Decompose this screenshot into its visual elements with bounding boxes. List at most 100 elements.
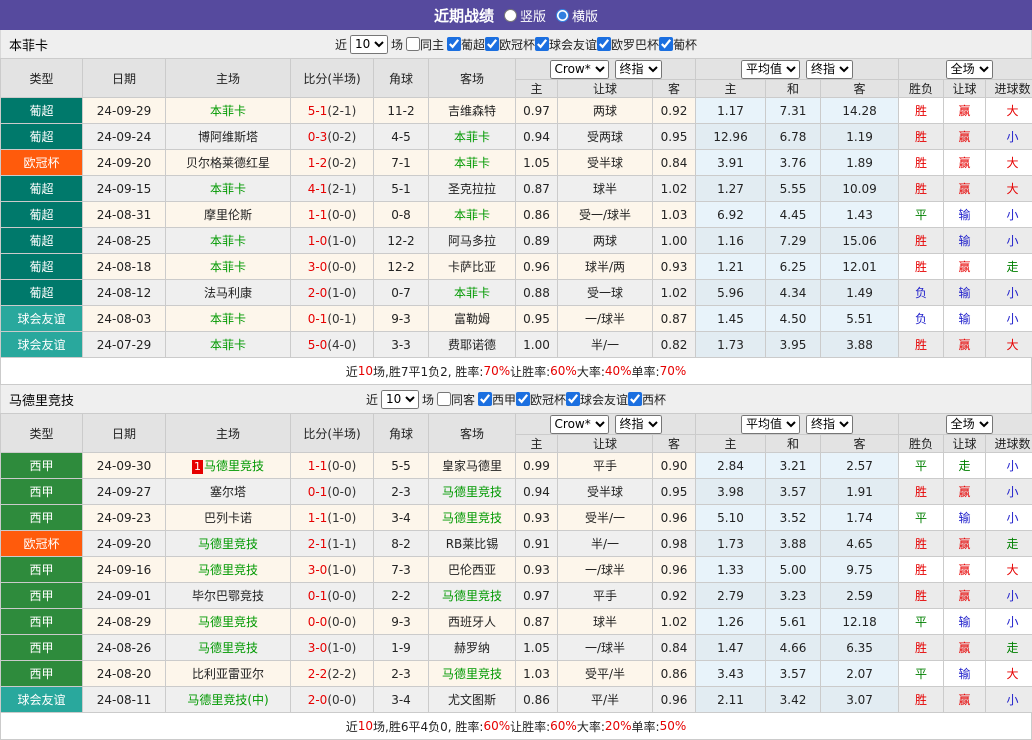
corner-count: 7-1: [374, 150, 429, 176]
league-checkbox[interactable]: [535, 37, 549, 51]
avg-draw: 4.34: [766, 280, 821, 306]
away-team-name: 马德里竞技: [442, 589, 502, 603]
odds-handicap: 一/球半: [558, 635, 653, 661]
away-team-name: 马德里竞技: [442, 485, 502, 499]
corner-count: 2-3: [374, 479, 429, 505]
result-goals: 小: [986, 228, 1032, 254]
avg-away: 1.89: [821, 150, 899, 176]
halftime-score: (0-2): [327, 130, 356, 144]
league-filter[interactable]: 球会友谊: [566, 391, 628, 408]
league-checkbox[interactable]: [628, 392, 642, 406]
home-team: 巴列卡诺: [166, 505, 291, 531]
horizontal-layout-radio[interactable]: [556, 9, 569, 22]
avg-draw: 7.31: [766, 98, 821, 124]
average-stage-select[interactable]: 终指: [806, 60, 853, 79]
halftime-score: (2-1): [327, 104, 356, 118]
avg-home: 12.96: [696, 124, 766, 150]
layout-option-horizontal[interactable]: 横版: [556, 6, 598, 25]
league-filter[interactable]: 欧罗巴杯: [597, 36, 659, 53]
fulltime-score: 5-1: [308, 104, 328, 118]
average-select[interactable]: 平均值: [741, 60, 800, 79]
avg-home: 6.92: [696, 202, 766, 228]
corner-count: 3-4: [374, 505, 429, 531]
same-venue-checkbox[interactable]: [406, 37, 420, 51]
scope-select[interactable]: 全场: [946, 60, 993, 79]
bookmaker-stage-select[interactable]: 终指: [615, 60, 662, 79]
result-handicap: 赢: [944, 150, 986, 176]
league-checkbox[interactable]: [659, 37, 673, 51]
average-select[interactable]: 平均值: [741, 415, 800, 434]
average-stage-select[interactable]: 终指: [806, 415, 853, 434]
same-venue-filter[interactable]: 同主: [406, 36, 444, 53]
avg-draw: 3.57: [766, 661, 821, 687]
away-team: 马德里竞技: [429, 479, 516, 505]
result-goals: 大: [986, 661, 1032, 687]
odds-away: 1.02: [653, 176, 696, 202]
odds-handicap: 半/一: [558, 332, 653, 358]
league-checkbox[interactable]: [516, 392, 530, 406]
league-checkbox[interactable]: [566, 392, 580, 406]
result-goals-value: 小: [1007, 485, 1019, 499]
league-filter[interactable]: 葡超: [447, 36, 485, 53]
home-team-name: 贝尔格莱德红星: [186, 156, 270, 170]
league-checkbox[interactable]: [447, 37, 461, 51]
league-checkbox[interactable]: [597, 37, 611, 51]
league-filter[interactable]: 西杯: [628, 391, 666, 408]
vertical-layout-radio[interactable]: [504, 9, 517, 22]
fulltime-score: 3-0: [308, 641, 328, 655]
result-outcome-value: 胜: [915, 338, 927, 352]
result-outcome-value: 胜: [915, 563, 927, 577]
result-outcome: 平: [899, 609, 944, 635]
odds-handicap: 半/一: [558, 531, 653, 557]
bookmaker-select-cell: Crow* 终指: [516, 59, 696, 80]
result-handicap-value: 输: [959, 312, 971, 326]
match-score: 5-0(4-0): [291, 332, 374, 358]
same-venue-checkbox[interactable]: [437, 392, 451, 406]
avg-draw: 7.29: [766, 228, 821, 254]
odds-away: 1.02: [653, 609, 696, 635]
filter-controls: 近 10 场 同主 葡超欧冠杯球会友谊欧罗巴杯葡杯: [335, 35, 697, 54]
result-handicap-value: 输: [959, 667, 971, 681]
league-filter[interactable]: 葡杯: [659, 36, 697, 53]
layout-option-vertical[interactable]: 竖版: [504, 6, 546, 25]
league-filter[interactable]: 欧冠杯: [485, 36, 535, 53]
odds-away: 0.96: [653, 505, 696, 531]
result-handicap-value: 输: [959, 615, 971, 629]
bookmaker-select[interactable]: Crow*: [550, 415, 609, 434]
odds-home: 0.87: [516, 609, 558, 635]
result-outcome-value: 负: [915, 312, 927, 326]
summary-stat: 40%: [605, 364, 632, 378]
home-team-name: 马德里竞技: [198, 615, 258, 629]
league-filter[interactable]: 西甲: [478, 391, 516, 408]
bookmaker-stage-select[interactable]: 终指: [615, 415, 662, 434]
results-table: 类型 日期 主场 比分(半场) 角球 客场 Crow*终指 平均值终指 全场 主…: [0, 413, 1032, 713]
scope-select[interactable]: 全场: [946, 415, 993, 434]
recent-count-select[interactable]: 10: [350, 35, 388, 54]
avg-draw: 3.76: [766, 150, 821, 176]
halftime-score: (0-0): [327, 589, 356, 603]
result-handicap-value: 赢: [959, 537, 971, 551]
halftime-score: (0-0): [327, 459, 356, 473]
odds-handicap: 平/半: [558, 687, 653, 713]
league-checkbox[interactable]: [478, 392, 492, 406]
result-handicap: 输: [944, 280, 986, 306]
col-odds-home: 主: [516, 80, 558, 98]
bookmaker-select[interactable]: Crow*: [550, 60, 609, 79]
league-filter[interactable]: 球会友谊: [535, 36, 597, 53]
avg-away: 1.49: [821, 280, 899, 306]
recent-count-select[interactable]: 10: [381, 390, 419, 409]
league-filter[interactable]: 欧冠杯: [516, 391, 566, 408]
home-team: 比利亚雷亚尔: [166, 661, 291, 687]
odds-home: 0.91: [516, 531, 558, 557]
away-team: 皇家马德里: [429, 453, 516, 479]
result-handicap-value: 输: [959, 511, 971, 525]
games-label: 场: [422, 391, 434, 408]
league-checkbox[interactable]: [485, 37, 499, 51]
avg-home: 1.27: [696, 176, 766, 202]
odds-handicap: 两球: [558, 228, 653, 254]
away-team: 富勒姆: [429, 306, 516, 332]
odds-away: 0.84: [653, 150, 696, 176]
result-handicap: 输: [944, 228, 986, 254]
avg-away: 1.19: [821, 124, 899, 150]
same-venue-filter[interactable]: 同客: [437, 391, 475, 408]
